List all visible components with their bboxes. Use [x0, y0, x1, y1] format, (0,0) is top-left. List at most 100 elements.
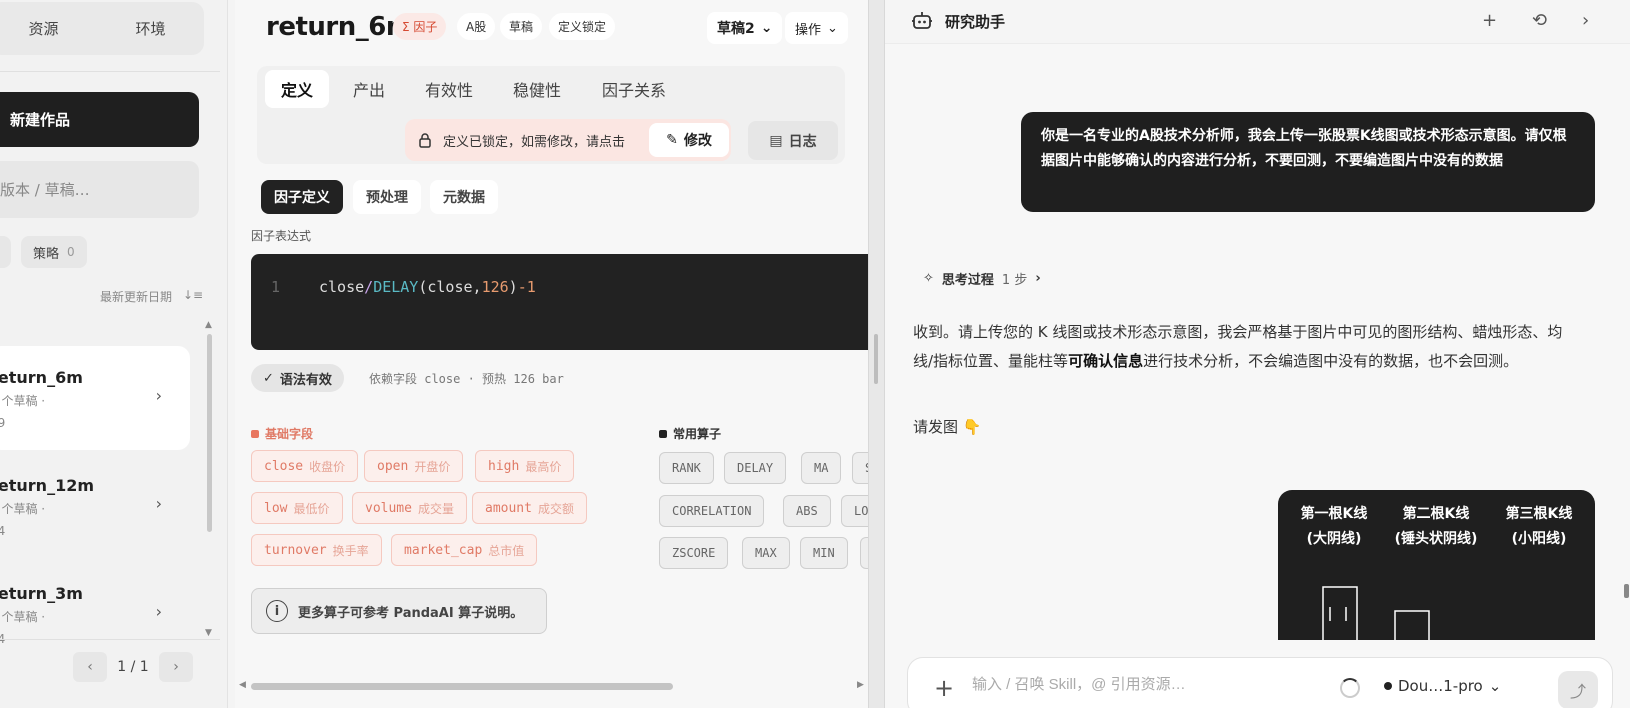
subtab-factor-definition[interactable]: 因子定义 [261, 180, 343, 214]
field-key: turnover [264, 542, 327, 558]
sort-label[interactable]: 最新更新日期 [100, 288, 172, 305]
list-item[interactable]: return_3m 1 个草稿 · 24 › [0, 562, 190, 666]
code-token: ) [508, 278, 518, 296]
tab-validity[interactable]: 有效性 [409, 70, 489, 108]
tab-output[interactable]: 产出 [337, 70, 401, 108]
field-chip[interactable]: high 最高价 [475, 450, 575, 482]
next-page-button[interactable]: › [159, 652, 193, 682]
item-subtitle: 2 个草稿 · [0, 394, 46, 408]
field-chip[interactable]: open 开盘价 [364, 450, 464, 482]
check-circle-icon: ✓ [263, 370, 274, 386]
tab-factor-relation[interactable]: 因子关系 [586, 70, 682, 108]
sparkle-icon: ✧ [923, 271, 934, 286]
chevron-down-icon: ⌄ [1488, 677, 1502, 695]
prev-page-button[interactable]: ‹ [73, 652, 107, 682]
uploaded-image[interactable]: 第一根K线 (大阴线) 第二根K线 (锤头状阴线) 第三根K线 (小阳线) [1278, 490, 1595, 640]
history-icon[interactable]: ⟲ [1532, 10, 1547, 31]
operator-chip[interactable]: MIN [800, 537, 848, 569]
filter-chip-strategy[interactable]: 策略 0 [21, 236, 87, 268]
dot-icon [659, 429, 667, 438]
divider [0, 639, 220, 640]
edit-label: 修改 [683, 133, 712, 149]
field-chip[interactable]: market_cap 总市值 [391, 534, 538, 566]
filter-chip[interactable] [0, 236, 11, 268]
thinking-process[interactable]: ✧ 思考过程 1 步 › [923, 269, 1041, 288]
info-icon: i [266, 600, 288, 622]
chat-input[interactable] [972, 676, 1352, 693]
scroll-left-icon[interactable]: ◀ [239, 680, 246, 690]
panel-splitter[interactable] [868, 0, 885, 708]
field-key: amount [485, 500, 532, 516]
resource-env-switch: 资源 环境 [0, 2, 204, 55]
scroll-down-icon[interactable]: ▼ [205, 628, 212, 638]
send-icon: ⤴ [1569, 682, 1586, 701]
tab-definition[interactable]: 定义 [265, 70, 330, 108]
kline-title: 第一根K线 [1300, 506, 1368, 522]
list-item[interactable]: return_6m 2 个草稿 · 29 › [0, 346, 190, 450]
draft-dropdown[interactable]: 草稿2 ⌄ [707, 12, 783, 44]
attach-plus-icon[interactable]: + [934, 674, 954, 702]
list-scrollbar[interactable] [207, 334, 212, 532]
field-key: open [377, 458, 409, 474]
field-chip[interactable]: turnover 换手率 [251, 534, 382, 566]
dependency-info: 依赖字段 close · 预热 126 bar [369, 372, 564, 386]
subtab-preprocess[interactable]: 预处理 [353, 180, 421, 214]
field-chip[interactable]: amount 成交额 [472, 492, 587, 524]
chat-scrollbar[interactable] [1624, 584, 1629, 598]
kline-title: 第三根K线 [1505, 506, 1573, 522]
tab-robustness[interactable]: 稳健性 [497, 70, 577, 108]
operator-chip[interactable]: RANK [659, 452, 714, 484]
field-chip[interactable]: low 最低价 [251, 492, 343, 524]
actions-dropdown[interactable]: 操作 ⌄ [785, 12, 848, 44]
dot-icon [251, 429, 259, 438]
filter-chip-count: 0 [67, 245, 75, 259]
splitter-grip[interactable] [874, 334, 878, 384]
sort-icon[interactable]: ↓≡ [183, 288, 203, 302]
code-editor[interactable]: 1 close/DELAY(close,126)-1 [251, 254, 871, 350]
operator-chip[interactable]: CORRELATION [659, 495, 765, 527]
operator-chip[interactable]: MAX [742, 537, 790, 569]
search-input[interactable]: 版本 / 草稿… [0, 161, 199, 218]
operator-chip[interactable]: ABS [783, 495, 831, 527]
loading-spinner-icon [1340, 678, 1360, 698]
tab-environment[interactable]: 环境 [97, 18, 204, 39]
list-item[interactable]: return_12m 1 个草稿 · 24 › [0, 454, 190, 558]
subtab-metadata[interactable]: 元数据 [430, 180, 498, 214]
assistant-reply-2: 请发图 👇 [913, 418, 982, 436]
field-chip[interactable]: close 收盘价 [251, 450, 359, 482]
editor-panel: return_6m Σ 因子 A股 草稿 定义锁定 草稿2 ⌄ 操作 ⌄ 定义 … [235, 0, 871, 708]
kline-sub: (锤头状阴线) [1394, 531, 1478, 547]
model-selector[interactable]: Dou…1-pro ⌄ [1384, 677, 1501, 695]
tab-resources[interactable]: 资源 [0, 18, 97, 39]
tag-ashare: A股 [457, 13, 496, 40]
operator-chip[interactable]: ZSCORE [659, 537, 729, 569]
new-work-button[interactable]: 新建作品 [0, 92, 199, 147]
send-button[interactable]: ⤴ [1558, 671, 1598, 708]
left-panel: 资源 环境 新建作品 版本 / 草稿… 策略 0 最新更新日期 ↓≡ retur… [0, 0, 228, 708]
scroll-right-icon[interactable]: ▶ [857, 680, 864, 690]
code-token: (close, [418, 278, 482, 296]
plus-icon[interactable]: + [1482, 10, 1497, 31]
kline-label: 第三根K线 (小阳线) [1494, 502, 1584, 552]
operators-title: 常用算子 [673, 427, 722, 441]
chevron-right-icon[interactable]: › [1582, 10, 1589, 31]
pencil-icon: ✎ [666, 132, 678, 148]
basic-fields-heading: 基础字段 [251, 425, 313, 442]
reply-text: 进行技术分析，不会编造图中没有的数据，也不会回测。 [1143, 352, 1519, 370]
operator-chip[interactable]: MA [801, 452, 842, 484]
edit-button[interactable]: ✎ 修改 [649, 123, 729, 157]
assistant-panel: 研究助手 + ⟲ › 你是一名专业的A股技术分析师，我会上传一张股票K线图或技术… [885, 0, 1630, 708]
log-button[interactable]: ▤ 日志 [748, 121, 838, 160]
chevron-right-icon: › [155, 494, 162, 513]
lock-notice-text: 定义已锁定，如需修改，请点击 [443, 134, 626, 150]
operator-chip[interactable]: DELAY [724, 452, 787, 484]
field-chip[interactable]: volume 成交量 [352, 492, 467, 524]
field-key: volume [365, 500, 412, 516]
field-name: 成交量 [417, 501, 454, 516]
item-title: return_12m [0, 476, 94, 495]
field-name: 最高价 [525, 459, 562, 474]
scroll-up-icon[interactable]: ▲ [205, 320, 212, 330]
horizontal-scrollbar[interactable] [251, 683, 673, 690]
operator-chip[interactable]: LO [841, 495, 871, 527]
operator-doc-note[interactable]: i 更多算子可参考 PandaAI 算子说明。 [251, 588, 547, 634]
